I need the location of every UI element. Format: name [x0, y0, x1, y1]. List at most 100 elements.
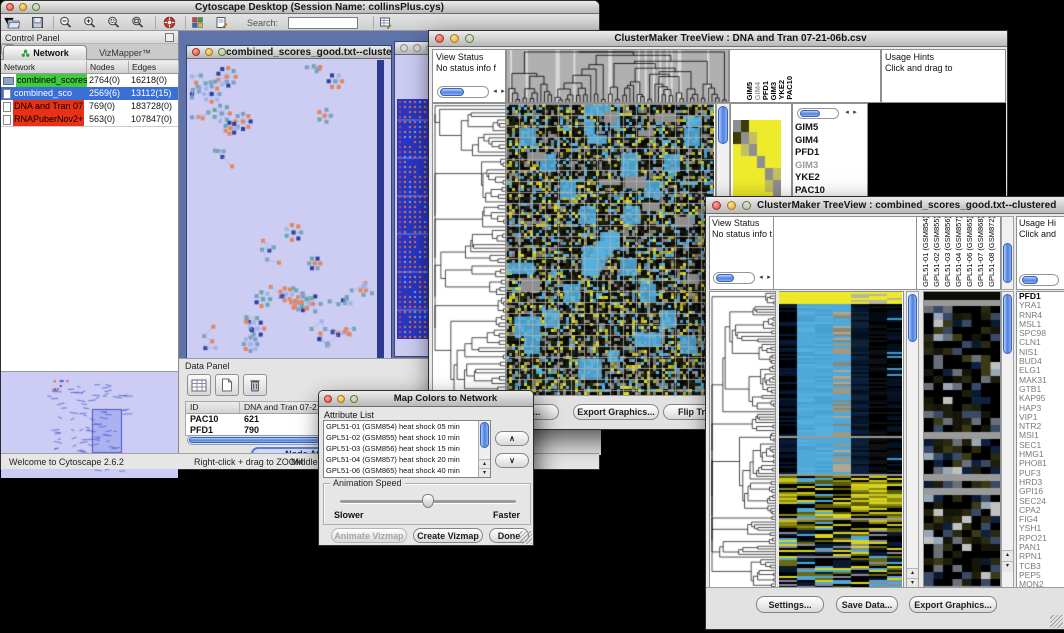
close-button[interactable]: [435, 34, 444, 43]
network-view-canvas[interactable]: [188, 60, 376, 358]
column-header-edges[interactable]: Edges: [129, 61, 179, 73]
heatmap-main-pane[interactable]: [506, 103, 716, 397]
tab-network[interactable]: Network: [3, 45, 87, 60]
gene-label[interactable]: SEC24: [1017, 497, 1064, 506]
move-up-button[interactable]: ∧: [495, 431, 529, 446]
heatmap-canvas[interactable]: [506, 104, 714, 396]
create-vizmap-button[interactable]: Create Vizmap: [413, 528, 483, 543]
gene-label[interactable]: FIG4: [1017, 515, 1064, 524]
scroll-up-icon[interactable]: ▴: [479, 459, 490, 468]
gene-label[interactable]: SEC1: [1017, 441, 1064, 450]
network-list-row[interactable]: combined_scores2764(0)16218(0): [1, 74, 178, 87]
network-frame-scrollbar[interactable]: [377, 60, 384, 358]
zoom-out-icon[interactable]: [59, 16, 72, 29]
array-dendrogram-canvas[interactable]: [507, 50, 728, 102]
heatmap-secondary-pane[interactable]: [923, 291, 1001, 589]
gene-label[interactable]: MAK31: [1017, 376, 1064, 385]
array-dendrogram-pane[interactable]: [774, 216, 917, 290]
scroll-right-icon[interactable]: ▸: [499, 87, 506, 97]
minimize-button[interactable]: [727, 201, 736, 210]
attribute-batch-icon[interactable]: [379, 16, 392, 29]
attribute-table-button[interactable]: [187, 374, 211, 396]
attribute-listbox[interactable]: GPL51-01 (GSM854) heat shock 05 minGPL51…: [323, 420, 491, 478]
annotation-icon[interactable]: [215, 16, 228, 29]
help-lifesaver-icon[interactable]: [163, 16, 176, 29]
resize-grip[interactable]: [1050, 615, 1063, 628]
column-label[interactable]: GPL51-02 (GSM855): [932, 216, 941, 287]
network-list-row[interactable]: DNA and Tran 07769(0)183728(0): [1, 100, 178, 113]
gene-dendrogram-canvas[interactable]: [710, 292, 775, 588]
scroll-down-icon[interactable]: ▾: [479, 468, 490, 477]
column-label[interactable]: GPL51-06 (GSM865): [965, 216, 974, 287]
minimize-button[interactable]: [337, 395, 345, 403]
column-header-network[interactable]: Network: [1, 61, 87, 73]
slider-thumb[interactable]: [422, 494, 434, 508]
gene-label[interactable]: PAN1: [1017, 543, 1064, 552]
gene-label[interactable]: PUF3: [1017, 469, 1064, 478]
zoom-fit-icon[interactable]: [131, 16, 144, 29]
treeview1-titlebar[interactable]: ClusterMaker TreeView : DNA and Tran 07-…: [429, 31, 1007, 47]
zoom-selected-icon[interactable]: [107, 16, 120, 29]
close-button[interactable]: [6, 3, 14, 11]
zoom-button[interactable]: [742, 201, 751, 210]
gene-label[interactable]: MSL1: [1017, 320, 1064, 329]
gene-label[interactable]: KAP95: [1017, 394, 1064, 403]
main-titlebar[interactable]: Cytoscape Desktop (Session Name: collins…: [1, 1, 599, 14]
vscroll-thumb[interactable]: [1003, 243, 1012, 283]
column-header-nodes[interactable]: Nodes: [87, 61, 129, 73]
attribute-item[interactable]: GPL51-06 (GSM865) heat shock 40 min: [324, 465, 478, 476]
gene-label[interactable]: GIM4: [793, 135, 867, 148]
gene-label[interactable]: RNR4: [1017, 311, 1064, 320]
gene-label[interactable]: ELG1: [1017, 366, 1064, 375]
scroll-left-icon[interactable]: ◂: [491, 87, 499, 97]
zoom-button[interactable]: [218, 48, 226, 56]
matrix-network-canvas[interactable]: [397, 99, 430, 339]
column-label[interactable]: GPL51-04 (GSM857): [954, 216, 963, 287]
float-panel-icon[interactable]: [165, 33, 174, 42]
vizmapper-grid-icon[interactable]: [191, 16, 204, 29]
heatmap-canvas[interactable]: [779, 292, 902, 588]
network-list-row[interactable]: RNAPuberNov2+563(0)107847(0): [1, 113, 178, 126]
animate-vizmap-button[interactable]: Animate Vizmap: [331, 528, 407, 543]
gene-dendrogram-pane[interactable]: [709, 291, 776, 589]
scroll-up-icon[interactable]: ▴: [1002, 550, 1013, 561]
column-label[interactable]: GPL51-01 (GSM854): [921, 216, 930, 287]
attribute-item[interactable]: GPL51-03 (GSM856) heat shock 15 min: [324, 443, 478, 454]
gene-label[interactable]: GIM5: [793, 122, 867, 135]
scroll-right-icon[interactable]: ▸: [851, 108, 859, 118]
delete-attribute-button[interactable]: [243, 374, 267, 396]
minimize-button[interactable]: [19, 3, 27, 11]
vscroll-thumb[interactable]: [718, 106, 728, 144]
column-label[interactable]: GPL51-07 (GSM868): [976, 216, 985, 287]
gene-label[interactable]: TCB3: [1017, 562, 1064, 571]
column-label[interactable]: GPL51-03 (GSM856): [943, 216, 952, 287]
gene-label[interactable]: GIM3: [793, 160, 867, 173]
gene-dendrogram-pane[interactable]: [432, 103, 506, 397]
gene-label[interactable]: YKE2: [793, 172, 867, 185]
gene-label[interactable]: HRD3: [1017, 478, 1064, 487]
gene-label[interactable]: BUD4: [1017, 357, 1064, 366]
column-label[interactable]: PAC10: [785, 76, 794, 100]
zoom-button[interactable]: [465, 34, 474, 43]
gene-label[interactable]: PHO81: [1017, 459, 1064, 468]
listbox-vscrollbar[interactable]: ▴ ▾: [478, 421, 490, 477]
column-label[interactable]: GPL51-08 (GSM872): [987, 216, 996, 287]
gene-label[interactable]: PEP5: [1017, 571, 1064, 580]
gene-label[interactable]: HMG1: [1017, 450, 1064, 459]
network-frame-titlebar[interactable]: combined_scores_good.txt--cluste...: [187, 46, 391, 59]
heatmap-vscrollbar[interactable]: ▴ ▾: [906, 291, 919, 589]
minimize-button[interactable]: [450, 34, 459, 43]
gene-label[interactable]: YRA1: [1017, 301, 1064, 310]
array-dendrogram-pane[interactable]: [506, 49, 729, 103]
gene-label[interactable]: CPA2: [1017, 506, 1064, 515]
settings-button[interactable]: Settings...: [756, 596, 824, 613]
gene-label[interactable]: NTR2: [1017, 422, 1064, 431]
network-list-row[interactable]: combined_sco2569(6)13112(15): [1, 87, 178, 100]
open-folder-icon[interactable]: [7, 16, 20, 29]
attribute-item[interactable]: GPL51-04 (GSM857) heat shock 20 min: [324, 454, 478, 465]
close-button[interactable]: [192, 48, 200, 56]
gene-label[interactable]: VIP1: [1017, 413, 1064, 422]
vscroll-thumb[interactable]: [480, 422, 489, 448]
resize-grip[interactable]: [519, 531, 532, 544]
gene-label[interactable]: GPI16: [1017, 487, 1064, 496]
